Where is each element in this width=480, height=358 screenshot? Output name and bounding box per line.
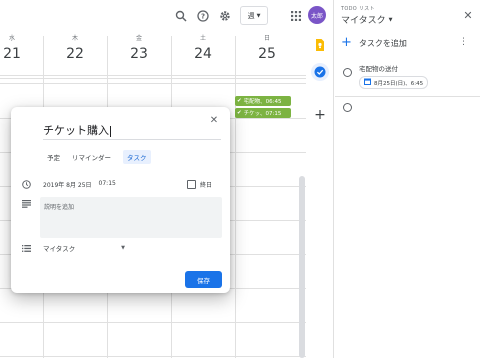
description-icon xyxy=(21,199,31,209)
checkmark-icon: ✔ xyxy=(237,98,242,104)
chevron-down-icon: ▼ xyxy=(388,16,393,23)
view-selector-label: 週 xyxy=(247,11,255,20)
tab-task[interactable]: タスク xyxy=(123,150,151,164)
task-date-label: 8月25日(日)、6:45 xyxy=(374,80,424,87)
add-task-label: タスクを追加 xyxy=(358,38,407,48)
task-title[interactable]: 宅配物の送付 xyxy=(359,63,398,73)
list-icon xyxy=(21,243,31,253)
week-day-header: 水 21 木 22 金 23 土 24 日 25 xyxy=(0,34,306,74)
task-list-title: マイタスク xyxy=(341,16,386,26)
keep-icon[interactable] xyxy=(312,37,328,53)
more-vert-icon[interactable]: ⋮ xyxy=(459,37,468,47)
day-number: 24 xyxy=(194,46,212,62)
checkbox-box xyxy=(187,180,196,189)
add-icon[interactable]: + xyxy=(312,107,328,123)
grid-line xyxy=(0,322,306,323)
tasks-icon[interactable] xyxy=(311,63,329,81)
grid-line xyxy=(0,75,306,76)
calendar-icon xyxy=(364,78,371,87)
task-list-selector[interactable]: マイタスク ▼ xyxy=(341,13,393,26)
calendar-event-chip[interactable]: ✔ チケッ、07:15 xyxy=(235,108,291,118)
save-button[interactable]: 保存 xyxy=(185,271,222,288)
search-icon[interactable] xyxy=(171,6,191,26)
day-of-week: 土 xyxy=(199,35,206,42)
description-field[interactable]: 説明を追加 xyxy=(40,197,222,238)
checkmark-icon: ✔ xyxy=(237,110,242,116)
side-addon-strip: + xyxy=(306,0,334,358)
task-time-field[interactable]: 07:15 xyxy=(99,180,116,189)
close-icon[interactable]: ✕ xyxy=(461,8,475,22)
view-selector[interactable]: 週 ▼ xyxy=(240,6,268,25)
day-number: 22 xyxy=(66,46,84,62)
day-number: 25 xyxy=(258,46,276,62)
task-date-chip[interactable]: 8月25日(日)、6:45 xyxy=(359,76,429,89)
chevron-down-icon: ▼ xyxy=(121,245,125,251)
tab-event[interactable]: 予定 xyxy=(43,150,64,164)
task-title-input[interactable]: チケット購入 xyxy=(43,124,221,140)
event-chip-label: 宅配物、06:45 xyxy=(243,99,282,105)
task-date-field[interactable]: 2019年 8月 25日 xyxy=(43,180,92,189)
event-chip-label: チケッ、07:15 xyxy=(243,111,282,117)
day-of-week: 水 xyxy=(8,35,15,42)
task-complete-radio[interactable] xyxy=(343,103,352,112)
day-column-header[interactable]: 土 24 xyxy=(171,34,235,74)
task-datetime: 2019年 8月 25日 07:15 xyxy=(43,180,116,189)
add-icon: + xyxy=(341,35,352,50)
tasks-panel-subtitle: TODO リスト xyxy=(341,6,375,12)
day-column-header[interactable]: 金 23 xyxy=(107,34,171,74)
settings-icon[interactable] xyxy=(215,6,235,26)
avatar[interactable]: 太郎 xyxy=(308,6,326,24)
day-column-header[interactable]: 水 21 xyxy=(0,34,44,74)
day-of-week: 木 xyxy=(71,35,78,42)
grid-line xyxy=(0,356,306,357)
svg-text:?: ? xyxy=(201,13,205,21)
apps-grid-icon[interactable] xyxy=(286,6,306,26)
day-column-header[interactable]: 日 25 xyxy=(235,34,299,74)
task-list-dropdown[interactable]: マイタスク ▼ xyxy=(43,243,125,253)
day-number: 23 xyxy=(130,46,148,62)
task-complete-radio[interactable] xyxy=(343,68,352,77)
tab-reminder[interactable]: リマインダー xyxy=(68,150,115,164)
day-number: 21 xyxy=(3,46,21,62)
calendar-event-chip[interactable]: ✔ 宅配物、06:45 xyxy=(235,96,291,106)
calendar-scrollbar[interactable] xyxy=(299,176,305,358)
day-of-week: 日 xyxy=(263,35,270,42)
task-list-dropdown-value: マイタスク xyxy=(43,245,76,253)
task-edit-dialog: ✕ チケット購入 予定 リマインダー タスク 2019年 8月 25日 07:1… xyxy=(11,107,230,293)
day-column-header[interactable]: 木 22 xyxy=(43,34,107,74)
chevron-down-icon: ▼ xyxy=(256,12,261,19)
allday-label: 終日 xyxy=(200,182,213,189)
add-task-button[interactable]: + タスクを追加 xyxy=(341,36,407,50)
help-icon[interactable]: ? xyxy=(193,6,213,26)
grid-line xyxy=(235,36,236,358)
divider xyxy=(335,96,480,97)
day-of-week: 金 xyxy=(135,35,142,42)
top-toolbar: ? 週 ▼ xyxy=(0,0,306,32)
grid-line xyxy=(0,83,306,84)
tasks-panel: TODO リスト マイタスク ▼ ✕ + タスクを追加 ⋮ 宅配物の送付 8月2… xyxy=(335,0,480,358)
clock-icon xyxy=(21,179,31,189)
grid-line xyxy=(0,78,306,79)
allday-checkbox[interactable]: 終日 xyxy=(187,180,212,189)
